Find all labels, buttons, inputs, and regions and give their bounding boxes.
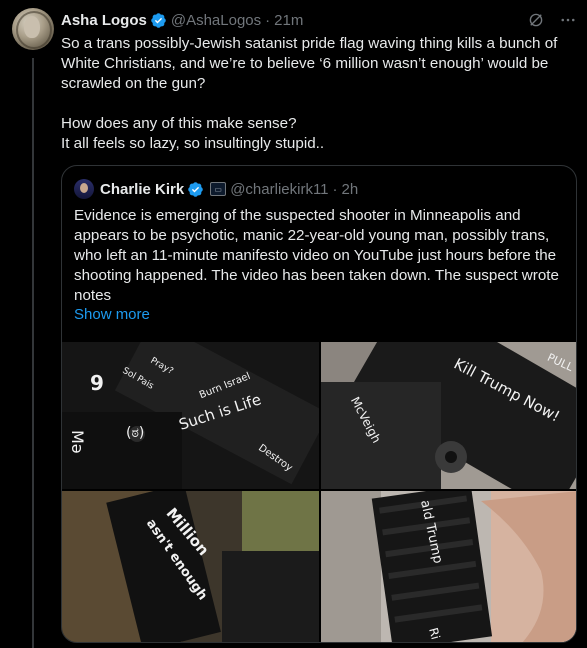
photo-1[interactable]: Such is Life Burn Israel Destroy Sol Pai… xyxy=(62,342,319,489)
svg-text:9: 9 xyxy=(90,371,104,395)
photo-4[interactable]: ald Trump Ri xyxy=(321,491,576,642)
tweet-header: Asha Logos @AshaLogos · 21m xyxy=(61,9,577,31)
tweet-text: So a trans possibly-Jewish satanist prid… xyxy=(61,34,573,154)
separator-dot: · xyxy=(332,180,338,198)
avatar[interactable] xyxy=(12,8,54,50)
affiliation-icon[interactable]: ▭ xyxy=(210,182,227,196)
svg-text:Mə: Mə xyxy=(68,430,87,454)
thread-line xyxy=(32,58,34,648)
svg-text:(ಠ): (ಠ) xyxy=(126,425,144,441)
quote-avatar[interactable] xyxy=(74,179,94,199)
grok-icon[interactable] xyxy=(527,11,545,29)
tweet-paragraph-1: So a trans possibly-Jewish satanist prid… xyxy=(61,35,562,92)
avatar-face xyxy=(24,16,40,38)
author-handle[interactable]: @AshaLogos xyxy=(171,12,261,29)
separator-dot: · xyxy=(265,11,271,29)
media-grid: Such is Life Burn Israel Destroy Sol Pai… xyxy=(62,342,576,642)
quoted-tweet[interactable]: Charlie Kirk ▭ @charliekirk11 · 2h Evide… xyxy=(61,165,577,643)
quote-header: Charlie Kirk ▭ @charliekirk11 · 2h xyxy=(74,178,564,200)
quote-author-name[interactable]: Charlie Kirk xyxy=(100,181,184,198)
photo-3[interactable]: Million asn't enough xyxy=(62,491,319,642)
quote-author-handle[interactable]: @charliekirk11 xyxy=(230,181,328,198)
header-actions xyxy=(527,11,577,29)
tweet-paragraph-2: How does any of this make sense? It all … xyxy=(61,115,325,152)
show-more-link[interactable]: Show more xyxy=(74,306,150,323)
author-name[interactable]: Asha Logos xyxy=(61,12,147,29)
photo-2[interactable]: Kill Trump Now! McVeigh PULL xyxy=(321,342,576,489)
more-icon[interactable] xyxy=(559,11,577,29)
quote-text: Evidence is emerging of the suspected sh… xyxy=(74,207,559,304)
verified-badge-icon[interactable] xyxy=(187,181,204,198)
quote-timestamp[interactable]: 2h xyxy=(342,181,359,198)
verified-badge-icon[interactable] xyxy=(150,12,167,29)
timestamp[interactable]: 21m xyxy=(274,12,303,29)
